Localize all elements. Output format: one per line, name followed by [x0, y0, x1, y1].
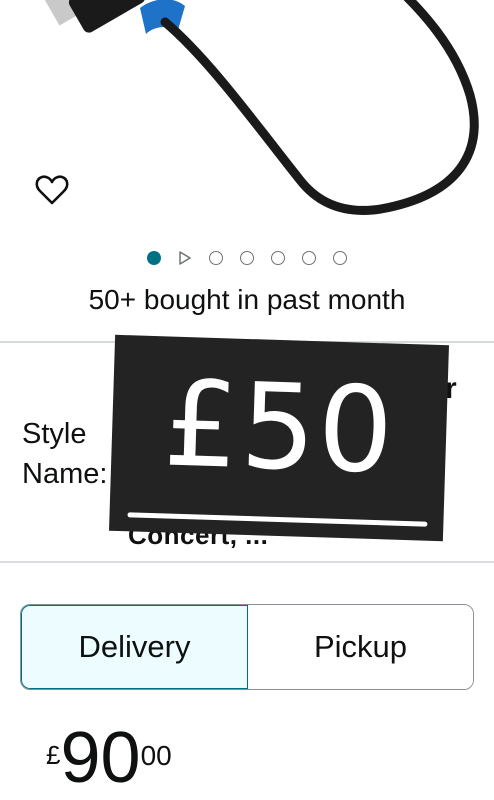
carousel-dot[interactable] — [240, 251, 254, 265]
carousel-dot-active[interactable] — [147, 251, 161, 265]
carousel-dot[interactable] — [333, 251, 347, 265]
sticker-text: £50 — [161, 354, 398, 500]
bought-in-past-month: 50+ bought in past month — [88, 284, 406, 315]
carousel-dot[interactable] — [209, 251, 223, 265]
pickup-button[interactable]: Pickup — [248, 605, 473, 689]
price-sticker: £50 — [109, 334, 449, 542]
product-image[interactable] — [0, 0, 494, 240]
cable-illustration — [44, 0, 479, 215]
price-whole: 90 — [60, 718, 141, 798]
divider — [0, 561, 494, 563]
style-name-label: Style Name: — [22, 418, 108, 490]
delivery-button[interactable]: Delivery — [21, 605, 248, 689]
fulfillment-toggle: Delivery Pickup — [20, 604, 474, 690]
carousel-dot[interactable] — [271, 251, 285, 265]
carousel-indicator — [0, 250, 494, 266]
carousel-dot[interactable] — [302, 251, 316, 265]
price-symbol: £ — [46, 740, 61, 770]
heart-outline-icon[interactable] — [34, 172, 70, 208]
price: £ 90 00 — [46, 718, 172, 798]
play-icon[interactable] — [178, 251, 192, 265]
sticker-underline — [127, 512, 428, 527]
price-fraction: 00 — [140, 740, 172, 771]
